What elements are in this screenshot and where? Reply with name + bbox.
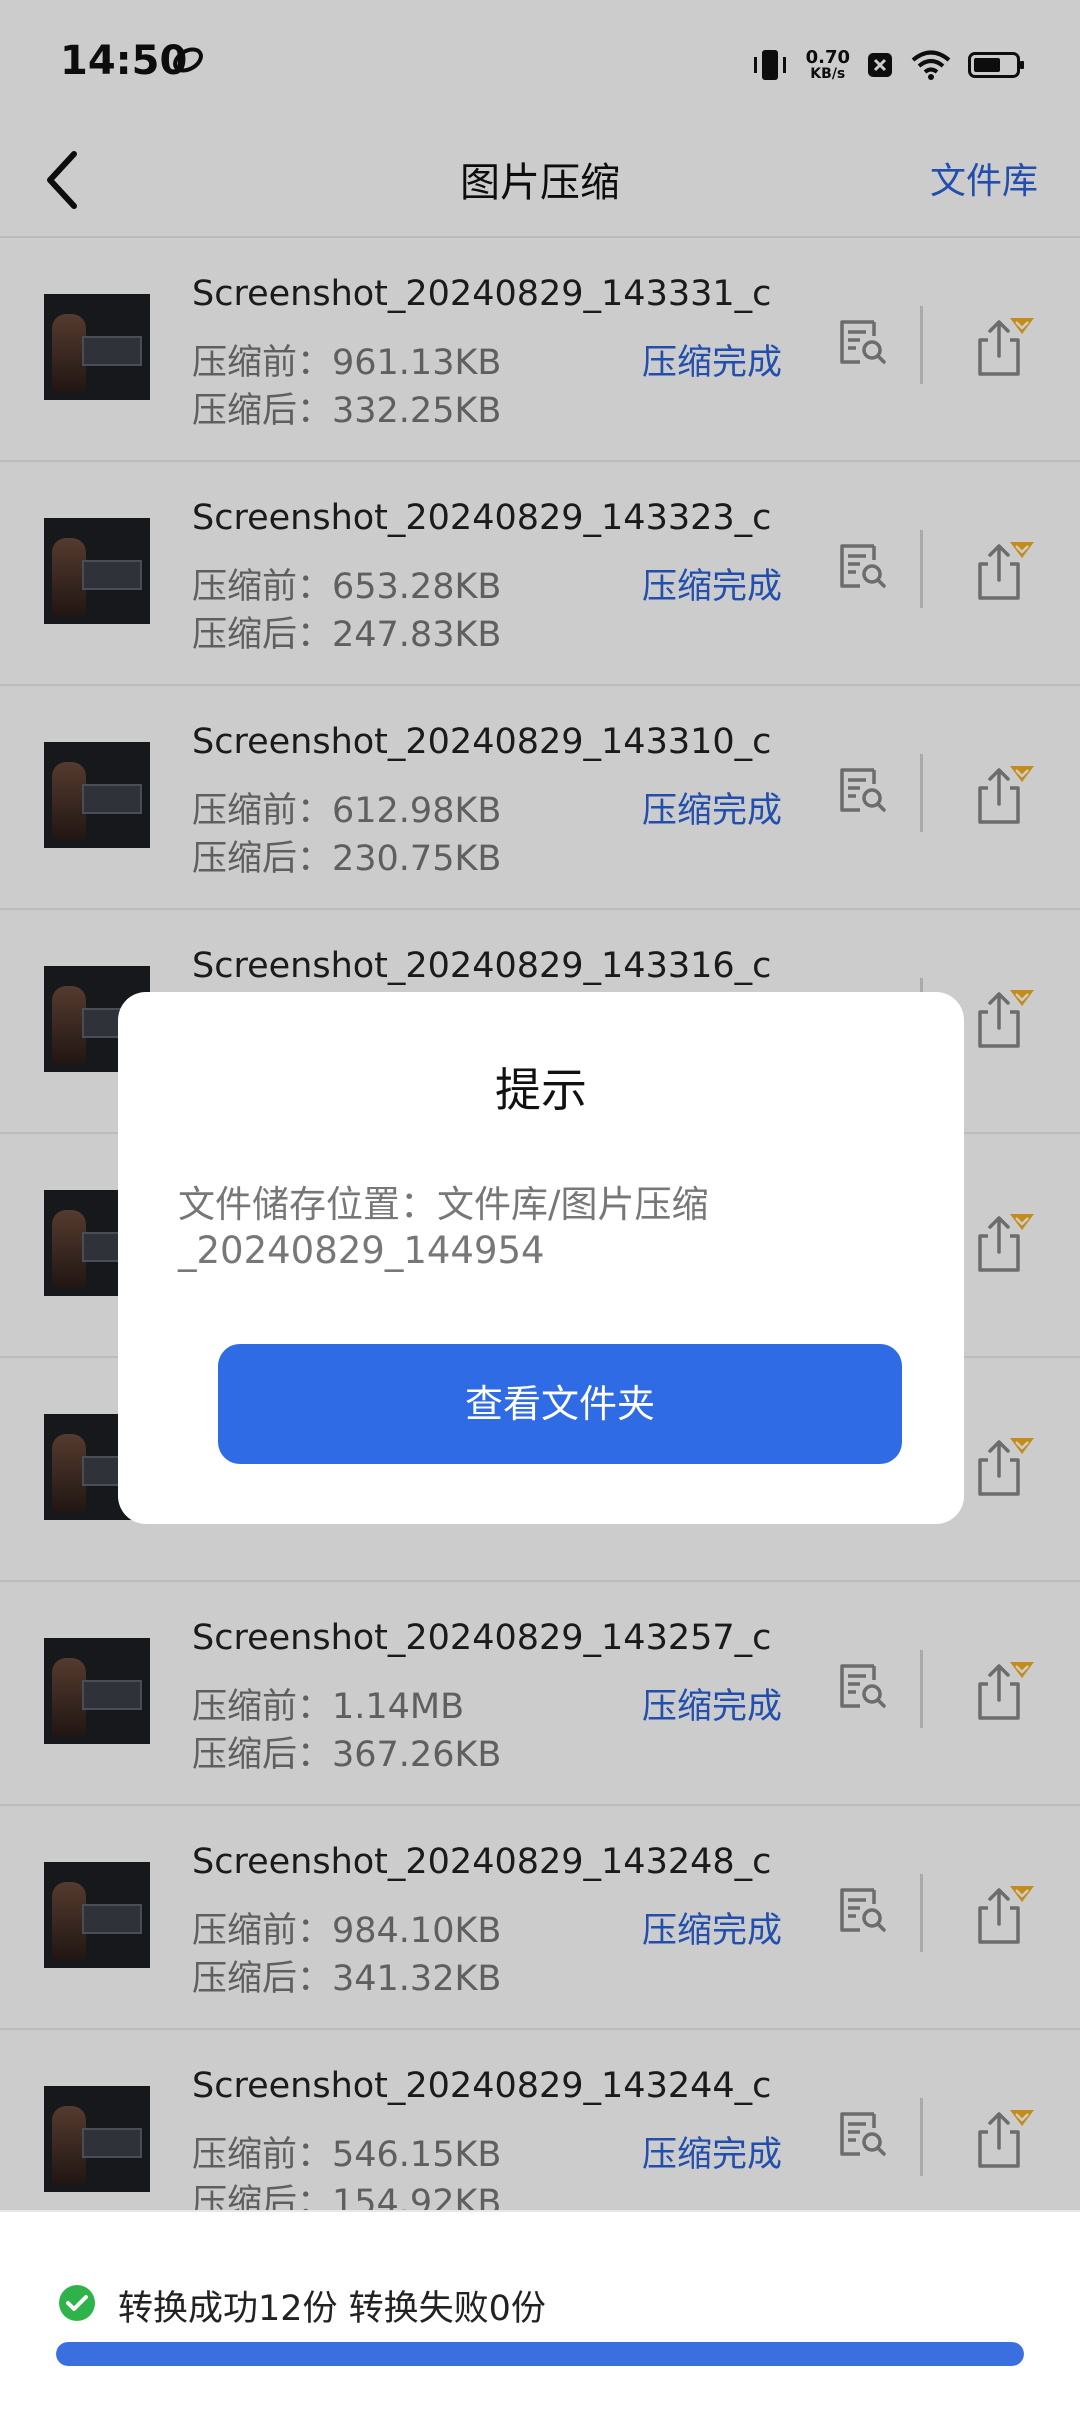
dialog-message: 文件储存位置：文件库/图片压缩_20240829_144954 <box>178 1183 709 1272</box>
progress-fill <box>56 2342 1024 2366</box>
storage-location-dialog: 提示 文件储存位置：文件库/图片压缩_20240829_144954 查看文件夹 <box>118 992 964 1524</box>
view-folder-button[interactable]: 查看文件夹 <box>218 1344 902 1464</box>
success-check-icon <box>59 2285 95 2321</box>
dialog-title: 提示 <box>495 1063 587 1117</box>
conversion-summary-bar: 转换成功12份 转换失败0份 <box>0 2210 1080 2410</box>
conversion-result-text: 转换成功12份 转换失败0份 <box>118 2289 546 2329</box>
conversion-progress-bar <box>56 2342 1024 2366</box>
